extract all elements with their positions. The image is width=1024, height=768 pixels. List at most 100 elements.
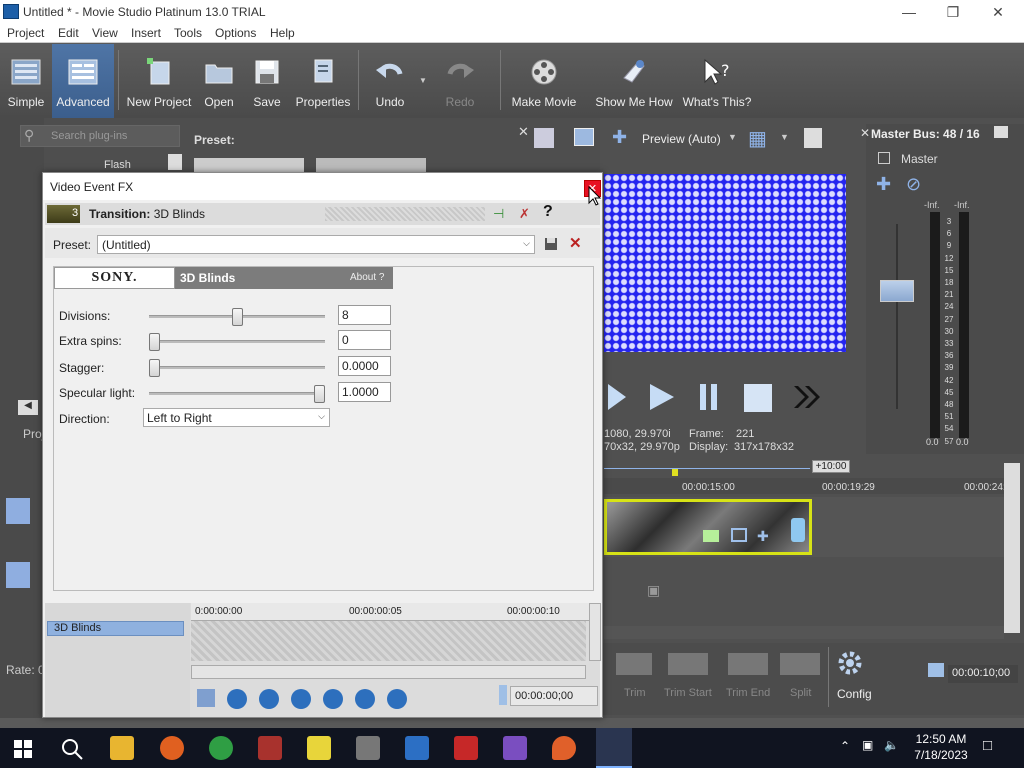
preset-dropdown[interactable]: (Untitled) ⌵ — [97, 235, 535, 254]
first-keyframe-icon[interactable] — [227, 689, 247, 709]
film-app-icon[interactable] — [356, 736, 380, 760]
master-split-icon[interactable]: ✚ — [876, 174, 891, 195]
stagger-thumb[interactable] — [149, 359, 160, 377]
dev-cpp-icon[interactable] — [454, 736, 478, 760]
keyframe-time[interactable]: 00:00:00;00 — [510, 686, 598, 706]
transition-chain-icon[interactable]: 3 — [47, 205, 80, 223]
timeline-vscroll[interactable] — [1004, 463, 1020, 633]
last-keyframe-icon[interactable] — [323, 689, 343, 709]
split-label[interactable]: Split — [790, 687, 811, 699]
help-icon[interactable]: ? — [543, 203, 553, 221]
panel-close-icon[interactable]: ✕ — [518, 124, 529, 140]
save-button[interactable]: Save — [246, 44, 288, 118]
open-button[interactable]: Open — [198, 44, 240, 118]
keyframe-vscroll[interactable] — [589, 603, 601, 661]
grid-icon[interactable]: ▦ — [748, 126, 767, 151]
show-me-how-button[interactable]: Show Me How — [592, 44, 676, 118]
copy-frame-icon[interactable] — [804, 128, 822, 148]
keyframe-track[interactable] — [191, 621, 586, 661]
chrome-icon[interactable] — [209, 736, 233, 760]
notification-icon[interactable]: □ — [983, 737, 992, 754]
loop-region[interactable] — [604, 463, 810, 469]
firefox-icon[interactable] — [160, 736, 184, 760]
mute-icon[interactable]: ⊘ — [906, 174, 921, 195]
specular-light-input[interactable]: 1.0000 — [338, 382, 391, 402]
pause-icon[interactable] — [698, 382, 720, 412]
redo-button[interactable]: Redo — [436, 44, 484, 118]
delete-preset-icon[interactable]: ✕ — [569, 234, 582, 252]
keyframe-hscroll[interactable] — [191, 665, 586, 679]
divisions-slider[interactable] — [149, 308, 325, 326]
preset-thumbnail[interactable] — [194, 158, 304, 172]
timeline-hscroll[interactable] — [604, 626, 1004, 639]
master-fx-icon[interactable] — [878, 152, 890, 164]
stagger-input[interactable]: 0.0000 — [338, 356, 391, 376]
track-header-icon[interactable] — [6, 498, 30, 524]
clip-fx-icon[interactable] — [703, 530, 719, 542]
movie-studio-task[interactable] — [596, 728, 632, 768]
extra-spins-slider[interactable] — [149, 333, 325, 351]
trim-end-icon[interactable] — [728, 653, 768, 675]
undo-button[interactable]: Undo — [366, 44, 414, 118]
close-icon[interactable]: ✕ — [981, 2, 1015, 22]
new-project-button[interactable]: New Project — [124, 44, 194, 118]
video-clip[interactable]: ✚ — [604, 499, 812, 555]
track-header-icon-2[interactable] — [6, 562, 30, 588]
next-frame-icon[interactable] — [792, 384, 822, 410]
network-icon[interactable]: ▣ — [862, 738, 873, 752]
master-close-icon[interactable]: ✕ — [860, 126, 870, 140]
extra-spins-input[interactable]: 0 — [338, 330, 391, 350]
next-keyframe-icon[interactable] — [291, 689, 311, 709]
specular-light-thumb[interactable] — [314, 385, 325, 403]
monitor-icon[interactable] — [574, 128, 594, 146]
flash-item[interactable]: Flash — [104, 159, 131, 171]
clip-handle[interactable] — [791, 518, 805, 542]
trim-icon[interactable] — [616, 653, 652, 675]
preset-thumbnail-2[interactable] — [316, 158, 426, 172]
simple-button[interactable]: Simple — [4, 44, 48, 118]
trim-end-label[interactable]: Trim End — [726, 687, 770, 699]
volume-icon[interactable]: 🔈 — [884, 738, 899, 752]
movie-app-icon[interactable] — [405, 736, 429, 760]
stop-icon[interactable] — [742, 383, 774, 413]
marker-icon[interactable] — [672, 469, 678, 476]
properties-button[interactable]: Properties — [292, 44, 354, 118]
paint-app-icon[interactable] — [552, 736, 576, 760]
save-preset-icon[interactable] — [544, 237, 558, 251]
tray-chevron-icon[interactable]: ⌃ — [840, 739, 850, 753]
menu-options[interactable]: Options — [215, 26, 256, 40]
cursor-time[interactable]: 00:00:10;00 — [948, 665, 1018, 683]
menu-edit[interactable]: Edit — [58, 26, 79, 40]
master-properties-icon[interactable] — [994, 126, 1008, 138]
winrar-icon[interactable] — [258, 736, 282, 760]
keyframe-slider-icon[interactable] — [499, 685, 507, 705]
preview-mode-dropdown[interactable]: Preview (Auto) — [642, 132, 721, 146]
extra-spins-thumb[interactable] — [149, 333, 160, 351]
split-icon[interactable]: ✚ — [612, 127, 627, 148]
master-fader[interactable] — [880, 280, 914, 302]
windows-start-icon[interactable] — [14, 740, 32, 758]
advanced-button[interactable]: Advanced — [52, 44, 114, 118]
scroll-up-icon[interactable] — [168, 154, 182, 170]
about-link[interactable]: About ? — [350, 272, 384, 283]
gear-icon[interactable] — [836, 649, 866, 679]
menu-insert[interactable]: Insert — [131, 26, 161, 40]
add-keyframe-icon[interactable] — [355, 689, 375, 709]
clip-pan-icon[interactable]: ✚ — [757, 529, 773, 543]
remove-plugin-icon[interactable]: ✗ — [519, 206, 530, 222]
trim-start-icon[interactable] — [668, 653, 708, 675]
menu-tools[interactable]: Tools — [174, 26, 202, 40]
chevron-down-icon[interactable]: ▼ — [728, 132, 737, 142]
dialog-title-bar[interactable]: Video Event FX — [43, 173, 602, 200]
prev-keyframe-icon[interactable] — [259, 689, 279, 709]
clip-crop-icon[interactable] — [731, 528, 747, 542]
keyframe-track-row[interactable]: 3D Blinds — [47, 621, 184, 636]
menu-project[interactable]: Project — [7, 26, 44, 40]
undo-dropdown-icon[interactable]: ▼ — [419, 76, 427, 85]
make-movie-button[interactable]: Make Movie — [508, 44, 580, 118]
timeline-ruler[interactable]: 00:00:15:00 00:00:19:29 00:00:24: — [604, 478, 1020, 494]
delete-keyframe-icon[interactable] — [387, 689, 407, 709]
whats-this-button[interactable]: ? What's This? — [680, 44, 754, 118]
plugin-chain-icon[interactable]: ⊣ — [493, 206, 504, 222]
taskbar-clock[interactable]: 12:50 AM 7/18/2023 — [904, 731, 978, 763]
